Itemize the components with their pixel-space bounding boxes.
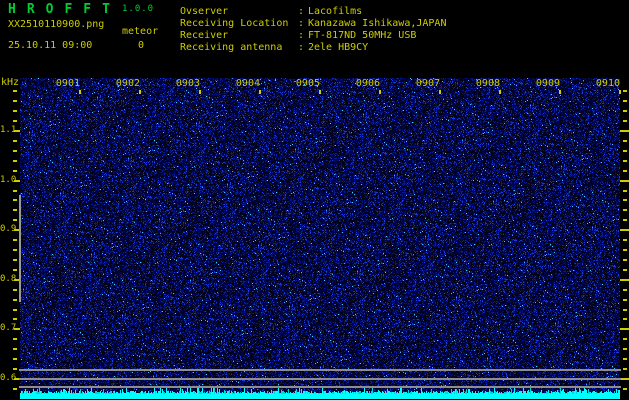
freq-minor-tick-right [623,258,627,261]
time-tick [439,90,441,94]
freq-minor-tick-right [623,288,627,291]
freq-minor-tick [13,90,17,93]
freq-minor-tick-right [623,159,627,162]
freq-minor-tick-right [623,348,627,351]
freq-minor-tick-right [623,249,627,252]
freq-minor-tick [13,189,17,192]
freq-minor-tick [13,120,17,123]
freq-minor-tick-right [623,338,627,341]
freq-minor-tick-right [623,209,627,212]
freq-minor-tick-right [623,90,627,93]
freq-minor-tick-right [623,239,627,242]
time-tick [619,90,621,94]
freq-major-tick [14,179,20,182]
freq-major-tick-right [620,179,629,182]
freq-minor-tick [13,308,17,311]
freq-minor-tick-right [623,149,627,152]
freq-minor-tick [13,239,17,242]
freq-minor-tick [13,288,17,291]
freq-major-tick-right [620,278,629,281]
time-tick-label: 0908 [475,78,500,89]
time-tick [139,90,141,94]
freq-major-tick-right [620,378,629,380]
freq-major-tick-right [620,229,629,232]
freq-minor-tick-right [623,298,627,301]
freq-minor-tick [13,258,17,261]
freq-minor-tick [13,139,17,142]
freq-minor-tick [13,298,17,301]
time-tick-label: 0902 [115,78,140,89]
freq-major-tick [14,328,20,331]
left-edge-bar [19,195,21,303]
freq-minor-tick [13,110,17,113]
freq-tick-label: 0.9 [0,224,17,235]
freq-minor-tick-right [623,189,627,192]
freq-minor-tick-right [623,100,627,103]
freq-minor-tick-right [623,268,627,271]
freq-minor-tick [13,219,17,222]
time-tick-label: 0903 [175,78,200,89]
time-tick [559,90,561,94]
freq-minor-tick [13,159,17,162]
freq-minor-tick [13,348,17,351]
freq-minor-tick [13,268,17,271]
freq-minor-tick-right [623,169,627,172]
freq-minor-tick-right [623,308,627,311]
freq-tick-label: 1.1 [0,125,17,135]
time-tick [379,90,381,94]
time-tick-label: 0905 [295,78,320,89]
freq-minor-tick-right [623,110,627,113]
freq-major-tick-right [620,130,629,132]
freq-major-tick [14,130,20,132]
freq-minor-tick [13,100,17,103]
time-tick [319,90,321,94]
freq-minor-tick-right [623,219,627,222]
freq-minor-tick [13,169,17,172]
freq-minor-tick [13,249,17,252]
freq-minor-tick-right [623,358,627,361]
freq-minor-tick [13,149,17,152]
freq-tick-label: 1.0 [0,174,17,185]
time-tick-label: 0909 [535,78,560,89]
hrofft-screen: HROFFT 1.0.0 XX2510110900.png meteor 25.… [0,0,629,400]
freq-minor-tick-right [623,120,627,123]
time-tick-label: 0910 [595,78,620,89]
freq-tick-label: 0.6 [0,373,17,383]
freq-minor-tick-right [623,368,627,371]
freq-tick-label: 0.8 [0,273,17,284]
freq-major-tick-right [620,328,629,331]
freq-tick-label: 0.7 [0,323,17,334]
carrier-line [19,377,621,380]
freq-minor-tick [13,199,17,202]
freq-minor-tick [13,318,17,321]
freq-minor-tick-right [623,199,627,202]
spectrogram-canvas [20,78,620,400]
carrier-line [19,369,621,372]
freq-minor-tick [13,338,17,341]
frequency-unit-label: kHz [1,77,20,88]
time-tick-label: 0904 [235,78,260,89]
time-tick-label: 0901 [55,78,80,89]
time-tick [259,90,261,94]
carrier-line [19,386,621,389]
freq-minor-tick [13,387,17,390]
freq-minor-tick [13,368,17,371]
time-tick [79,90,81,94]
freq-minor-tick-right [623,387,627,390]
time-tick [499,90,501,94]
freq-minor-tick-right [623,139,627,142]
time-tick-label: 0907 [415,78,440,89]
freq-minor-tick [13,358,17,361]
time-tick [199,90,201,94]
freq-minor-tick [13,209,17,212]
time-tick-label: 0906 [355,78,380,89]
spectrogram-panel: kHz 0901 0902 0903 0904 0905 0906 0907 0908 0909… [0,0,629,400]
freq-minor-tick-right [623,318,627,321]
